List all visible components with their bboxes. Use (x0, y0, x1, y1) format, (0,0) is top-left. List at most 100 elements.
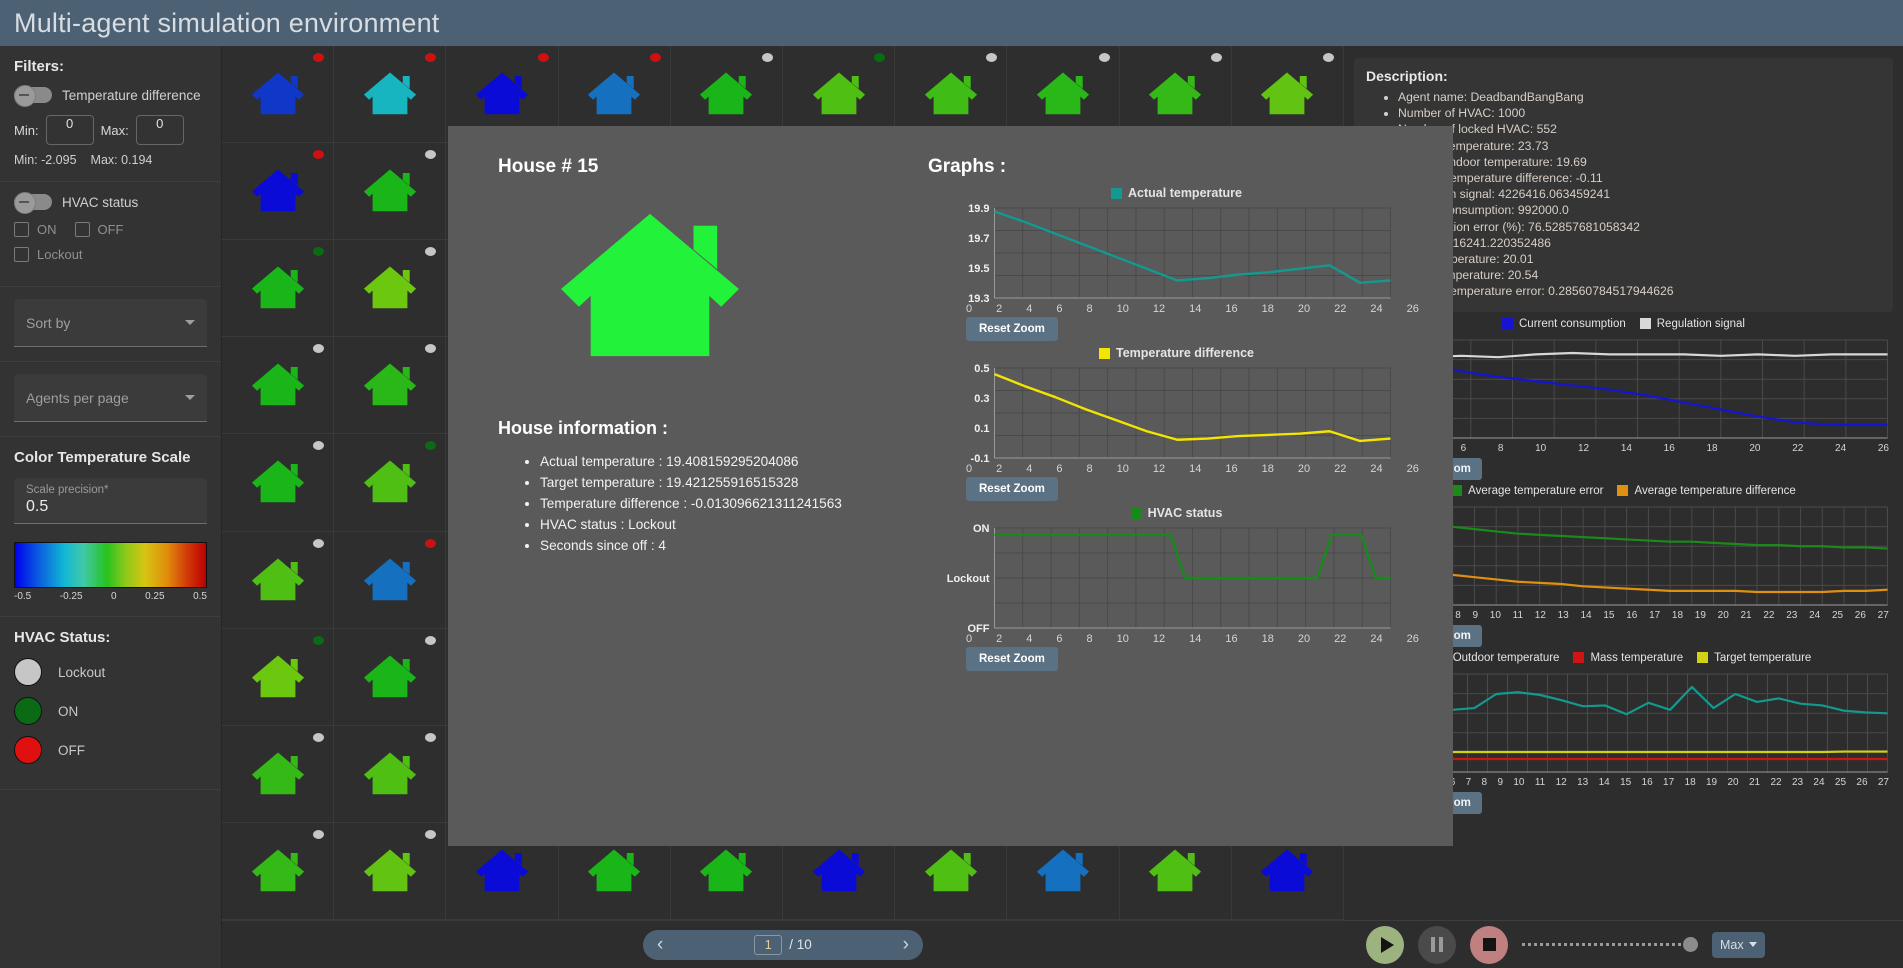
max-label: Max: (100, 122, 129, 138)
x-tick-label: 10 (1116, 633, 1129, 645)
description-item: Number of HVAC: 1000 (1398, 105, 1881, 121)
house-cell[interactable] (334, 628, 447, 726)
x-tick-label: 18 (1261, 463, 1274, 475)
toggle-switch-icon[interactable] (14, 85, 52, 107)
house-icon (1149, 849, 1202, 892)
play-icon (1380, 936, 1394, 953)
play-button[interactable] (1366, 925, 1404, 964)
house-cell[interactable] (222, 337, 335, 435)
x-tick-label: 24 (1370, 463, 1383, 475)
x-tick-label: 26 (1406, 303, 1419, 315)
x-tick-label: 16 (1225, 303, 1238, 315)
x-tick-label: 8 (1086, 303, 1093, 315)
toggle-switch-icon[interactable] (14, 192, 52, 214)
status-dot-icon (425, 538, 437, 548)
legend-swatch-icon (1697, 652, 1709, 664)
scale-precision-value[interactable]: 0.5 (26, 498, 195, 516)
checkbox-off-label: OFF (97, 222, 124, 237)
checkbox-on[interactable]: ON (14, 222, 57, 237)
x-tick-label: 22 (1334, 463, 1347, 475)
house-info-item: Target temperature : 19.421255916515328 (540, 472, 906, 493)
description-item: Current consumption: 992000.0 (1398, 202, 1881, 218)
house-cell[interactable] (334, 822, 447, 920)
house-cell[interactable] (334, 143, 447, 241)
description-item: Regulation signal: 4226416.063459241 (1398, 186, 1881, 202)
checkbox-icon[interactable] (14, 247, 29, 262)
x-tick-label: 0 (966, 303, 973, 315)
house-cell[interactable] (222, 46, 335, 144)
checkbox-off[interactable]: OFF (74, 222, 124, 237)
house-cell[interactable] (222, 434, 335, 532)
x-tick-label: 12 (1152, 463, 1166, 475)
legend-label: Lockout (58, 664, 106, 680)
temp-diff-filter-toggle[interactable]: Temperature difference (14, 85, 207, 107)
house-cell[interactable] (334, 240, 447, 338)
gradient-tick: 0.5 (193, 591, 207, 602)
scale-precision-field[interactable]: Scale precision* 0.5 (14, 478, 207, 524)
x-tick-label: 25 (1834, 776, 1847, 788)
house-cell[interactable] (334, 434, 447, 532)
sort-by-section: Sort by (0, 287, 221, 362)
x-tick-label: 6 (1056, 303, 1063, 315)
prev-page-button[interactable]: ‹ (657, 935, 663, 954)
x-tick-label: 12 (1152, 303, 1166, 315)
stop-button[interactable] (1470, 925, 1508, 964)
hvac-status-filter-toggle[interactable]: HVAC status (14, 192, 207, 214)
house-cell[interactable] (222, 531, 335, 629)
house-cell[interactable] (334, 46, 447, 144)
reset-zoom-button[interactable]: Reset Zoom (966, 647, 1058, 671)
legend-swatch-icon (1573, 652, 1585, 664)
house-cell[interactable] (334, 337, 447, 435)
x-tick-label: 13 (1557, 609, 1569, 621)
legend-swatch-icon (1098, 347, 1110, 359)
stop-icon (1482, 938, 1496, 951)
reset-zoom-button[interactable]: Reset Zoom (966, 477, 1058, 501)
max-input[interactable]: 0 (135, 115, 184, 145)
status-dot-icon (313, 538, 325, 548)
house-cell[interactable] (334, 531, 447, 629)
house-icon (251, 849, 304, 892)
x-tick-label: 17 (1663, 776, 1675, 788)
checkbox-icon[interactable] (74, 222, 90, 237)
x-tick-label: 21 (1748, 776, 1761, 788)
house-cell[interactable] (222, 240, 335, 338)
agents-per-page-select[interactable]: Agents per page (14, 374, 207, 422)
chevron-down-icon (185, 395, 195, 400)
house-icon (1261, 72, 1314, 115)
legend-item: Actual temperature (1111, 186, 1242, 200)
status-dot-icon (425, 829, 437, 839)
slider-thumb[interactable] (1683, 937, 1698, 952)
pause-button[interactable] (1418, 925, 1456, 964)
x-tick-label: 4 (1026, 463, 1033, 475)
house-cell[interactable] (222, 628, 335, 726)
description-item: Mass temperature: 20.01 (1398, 251, 1881, 267)
x-tick-label: 15 (1620, 776, 1632, 788)
reset-zoom-button[interactable]: Reset Zoom (966, 317, 1058, 341)
min-input[interactable]: 0 (45, 115, 94, 145)
modal-right-column: Graphs : Actual temperature 19.9 19.7 19.5 1… (906, 156, 1425, 816)
page-number-input[interactable]: 1 (754, 934, 783, 955)
speed-select[interactable]: Max (1712, 931, 1765, 958)
house-icon (475, 849, 529, 892)
speed-slider[interactable] (1522, 936, 1698, 954)
status-dot-icon (313, 829, 325, 839)
legend-label: Average temperature error (1468, 484, 1604, 497)
checkbox-lockout[interactable]: Lockout (14, 247, 207, 262)
svg-text:19.5: 19.5 (968, 263, 989, 275)
status-dot-icon (14, 697, 42, 725)
sort-by-select[interactable]: Sort by (14, 299, 207, 347)
house-cell[interactable] (222, 143, 335, 241)
house-icon (588, 849, 641, 892)
house-cell[interactable] (334, 725, 447, 823)
house-icon (363, 363, 416, 406)
house-cell[interactable] (222, 725, 335, 823)
house-cell[interactable] (222, 822, 335, 920)
description-heading: Description: (1366, 68, 1448, 84)
house-icon (251, 461, 304, 503)
range-max-text: Max: 0.194 (90, 153, 153, 167)
modal-content: House # 15 House information : Actual te… (448, 126, 1453, 846)
x-tick-label: 26 (1406, 633, 1419, 645)
checkbox-icon[interactable] (14, 222, 29, 237)
next-page-button[interactable]: › (903, 935, 909, 954)
legend-swatch-icon (1502, 318, 1513, 330)
